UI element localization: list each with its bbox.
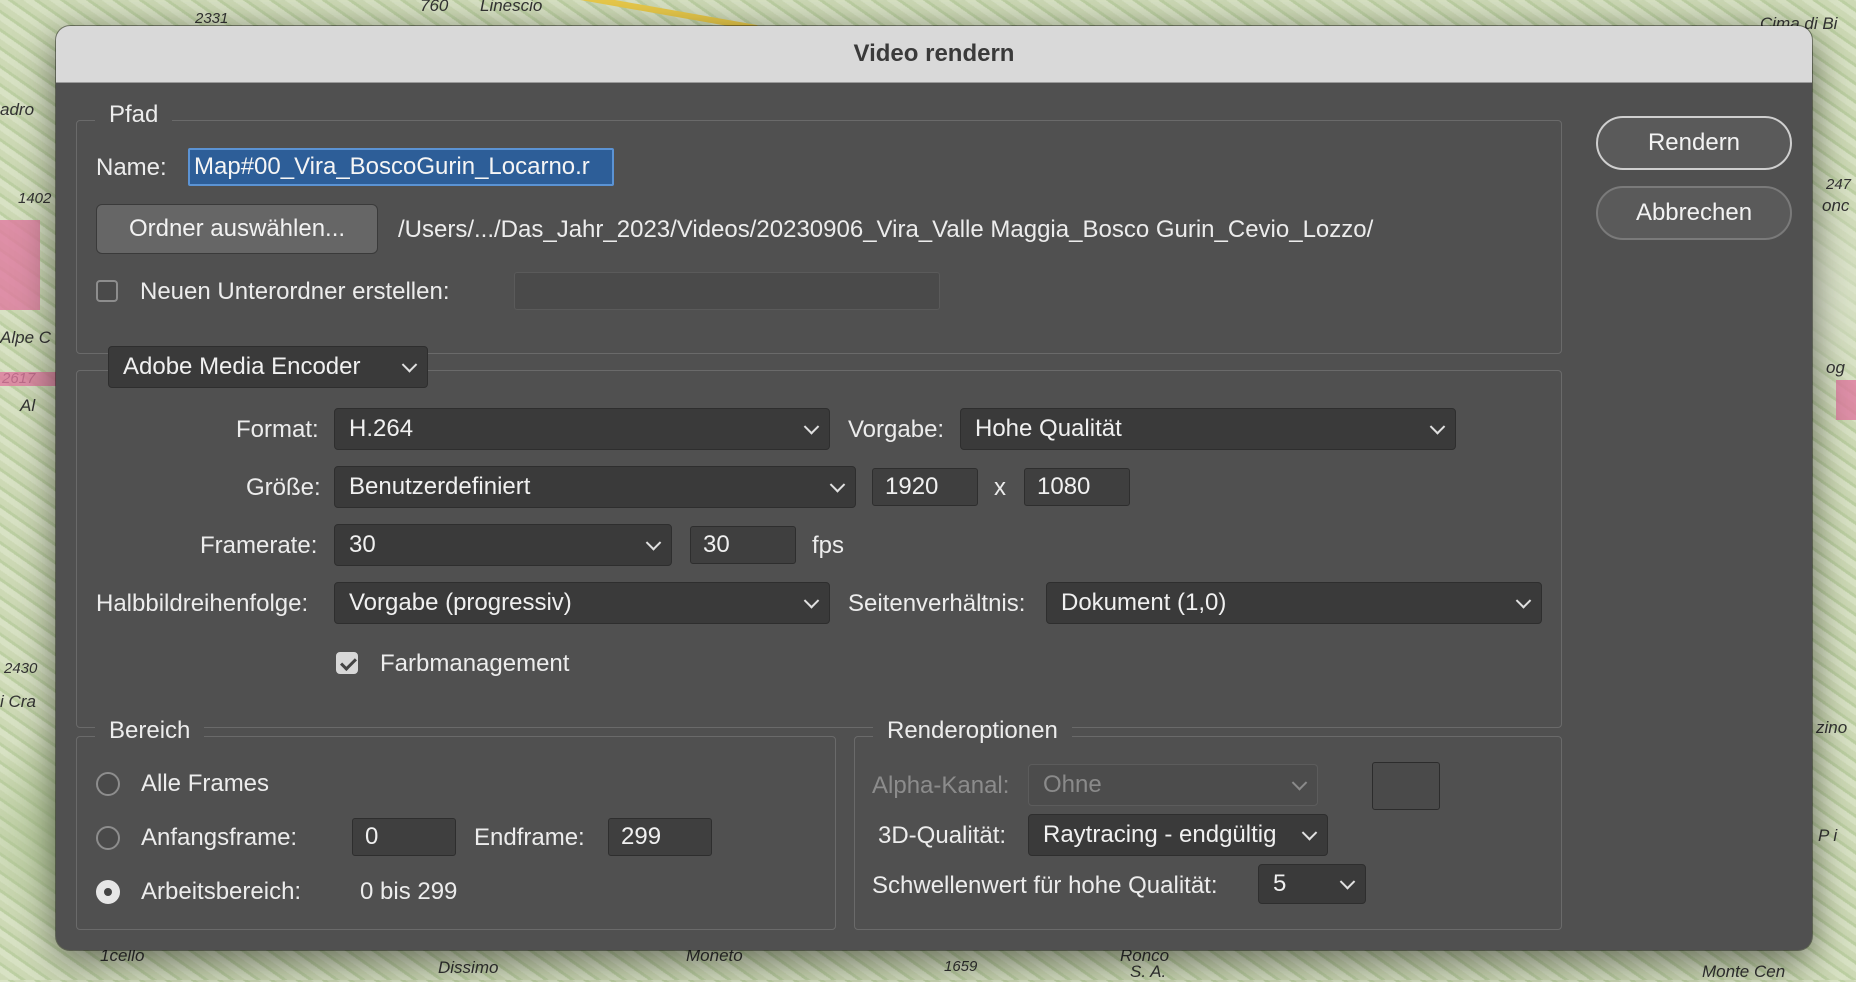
folder-path: /Users/.../Das_Jahr_2023/Videos/20230906… [398, 216, 1374, 243]
map-label: 1659 [944, 958, 978, 975]
alpha-channel-select[interactable]: Ohne [1028, 764, 1318, 806]
map-area [1836, 380, 1856, 420]
chevron-down-icon [1515, 593, 1532, 609]
aspect-ratio-label: Seitenverhältnis: [848, 590, 1026, 617]
start-frame-radio[interactable] [96, 826, 120, 850]
chevron-down-icon [1291, 775, 1308, 791]
threshold-select[interactable]: 5 [1258, 864, 1366, 904]
preset-select-value: Hohe Qualität [975, 415, 1122, 442]
chevron-down-icon [829, 477, 846, 493]
name-input[interactable]: Map#00_Vira_BoscoGurin_Locarno.r [188, 148, 614, 186]
chevron-down-icon [645, 535, 662, 551]
size-select[interactable]: Benutzerdefiniert [334, 466, 856, 508]
3d-quality-label: 3D-Qualität: [878, 822, 1007, 849]
fps-unit: fps [812, 532, 845, 559]
size-separator: x [994, 474, 1006, 501]
preset-label: Vorgabe: [848, 416, 945, 443]
map-label: Monte Cen [1702, 962, 1786, 981]
color-management-label: Farbmanagement [380, 650, 570, 677]
alpha-channel-label: Alpha-Kanal: [872, 772, 1010, 799]
format-label: Format: [236, 416, 319, 443]
render-options-legend: Renderoptionen [873, 717, 1072, 745]
new-subfolder-checkbox[interactable] [96, 280, 118, 302]
map-label: 1402 [18, 190, 52, 207]
3d-quality-select[interactable]: Raytracing - endgültig [1028, 814, 1328, 856]
chevron-down-icon [1339, 874, 1356, 890]
map-label: P i [1818, 826, 1838, 845]
aspect-ratio-select-value: Dokument (1,0) [1061, 589, 1227, 616]
map-label: zino [1816, 718, 1848, 737]
map-label: og [1826, 358, 1845, 377]
field-order-select[interactable]: Vorgabe (progressiv) [334, 582, 830, 624]
format-select-value: H.264 [349, 415, 414, 442]
color-management-checkbox[interactable] [336, 652, 358, 674]
map-label: Al [20, 396, 36, 415]
framerate-label: Framerate: [200, 532, 318, 559]
end-frame-label: Endframe: [474, 824, 585, 851]
field-order-select-value: Vorgabe (progressiv) [349, 589, 572, 616]
render-button[interactable]: Rendern [1596, 116, 1792, 170]
dialog-title: Video rendern [56, 26, 1812, 83]
path-group-legend: Pfad [95, 101, 173, 129]
encoder-select[interactable]: Adobe Media Encoder [108, 346, 428, 388]
subfolder-name-input[interactable] [514, 272, 940, 310]
size-select-value: Benutzerdefiniert [349, 473, 531, 500]
aspect-ratio-select[interactable]: Dokument (1,0) [1046, 582, 1542, 624]
start-frame-label: Anfangsframe: [141, 824, 298, 851]
3d-quality-select-value: Raytracing - endgültig [1043, 821, 1277, 848]
map-label: 2331 [195, 10, 229, 27]
chevron-down-icon [401, 357, 418, 373]
threshold-label: Schwellenwert für hohe Qualität: [872, 872, 1218, 899]
field-order-label: Halbbildreihenfolge: [96, 590, 309, 617]
map-area [0, 220, 40, 310]
chevron-down-icon [1429, 419, 1446, 435]
new-subfolder-label: Neuen Unterordner erstellen: [140, 278, 450, 305]
map-area [0, 372, 56, 386]
map-label: 2430 [4, 660, 38, 677]
alpha-channel-select-value: Ohne [1043, 771, 1102, 798]
map-label: 760 [420, 0, 449, 15]
map-label: i Cra [0, 692, 36, 711]
chevron-down-icon [1301, 825, 1318, 841]
framerate-select-value: 30 [349, 531, 376, 558]
map-label: adro [0, 100, 35, 119]
all-frames-label: Alle Frames [141, 770, 270, 797]
range-group-legend: Bereich [95, 717, 205, 745]
video-render-dialog: Video rendern Pfad Name: Map#00_Vira_Bos… [56, 26, 1812, 950]
map-label: 247 [1826, 176, 1852, 193]
map-label: Linescio [480, 0, 543, 15]
start-frame-input[interactable]: 0 [352, 818, 456, 856]
choose-folder-button[interactable]: Ordner auswählen... [96, 204, 378, 254]
map-label: Alpe C [0, 328, 52, 347]
map-label: onc [1822, 196, 1850, 215]
work-area-value: 0 bis 299 [360, 878, 458, 905]
matte-color-swatch[interactable] [1372, 762, 1440, 810]
chevron-down-icon [803, 593, 820, 609]
map-label: S. A. [1130, 962, 1167, 981]
format-select[interactable]: H.264 [334, 408, 830, 450]
work-area-radio[interactable] [96, 880, 120, 904]
framerate-select[interactable]: 30 [334, 524, 672, 566]
preset-select[interactable]: Hohe Qualität [960, 408, 1456, 450]
threshold-select-value: 5 [1273, 870, 1287, 897]
fps-input[interactable]: 30 [690, 526, 796, 564]
map-label: Dissimo [438, 958, 499, 977]
all-frames-radio[interactable] [96, 772, 120, 796]
name-label: Name: [96, 154, 167, 181]
chevron-down-icon [803, 419, 820, 435]
end-frame-input[interactable]: 299 [608, 818, 712, 856]
work-area-label: Arbeitsbereich: [141, 878, 302, 905]
encoder-select-value: Adobe Media Encoder [123, 353, 361, 380]
size-label: Größe: [246, 474, 321, 501]
cancel-button[interactable]: Abbrechen [1596, 186, 1792, 240]
width-input[interactable]: 1920 [872, 468, 978, 506]
height-input[interactable]: 1080 [1024, 468, 1130, 506]
